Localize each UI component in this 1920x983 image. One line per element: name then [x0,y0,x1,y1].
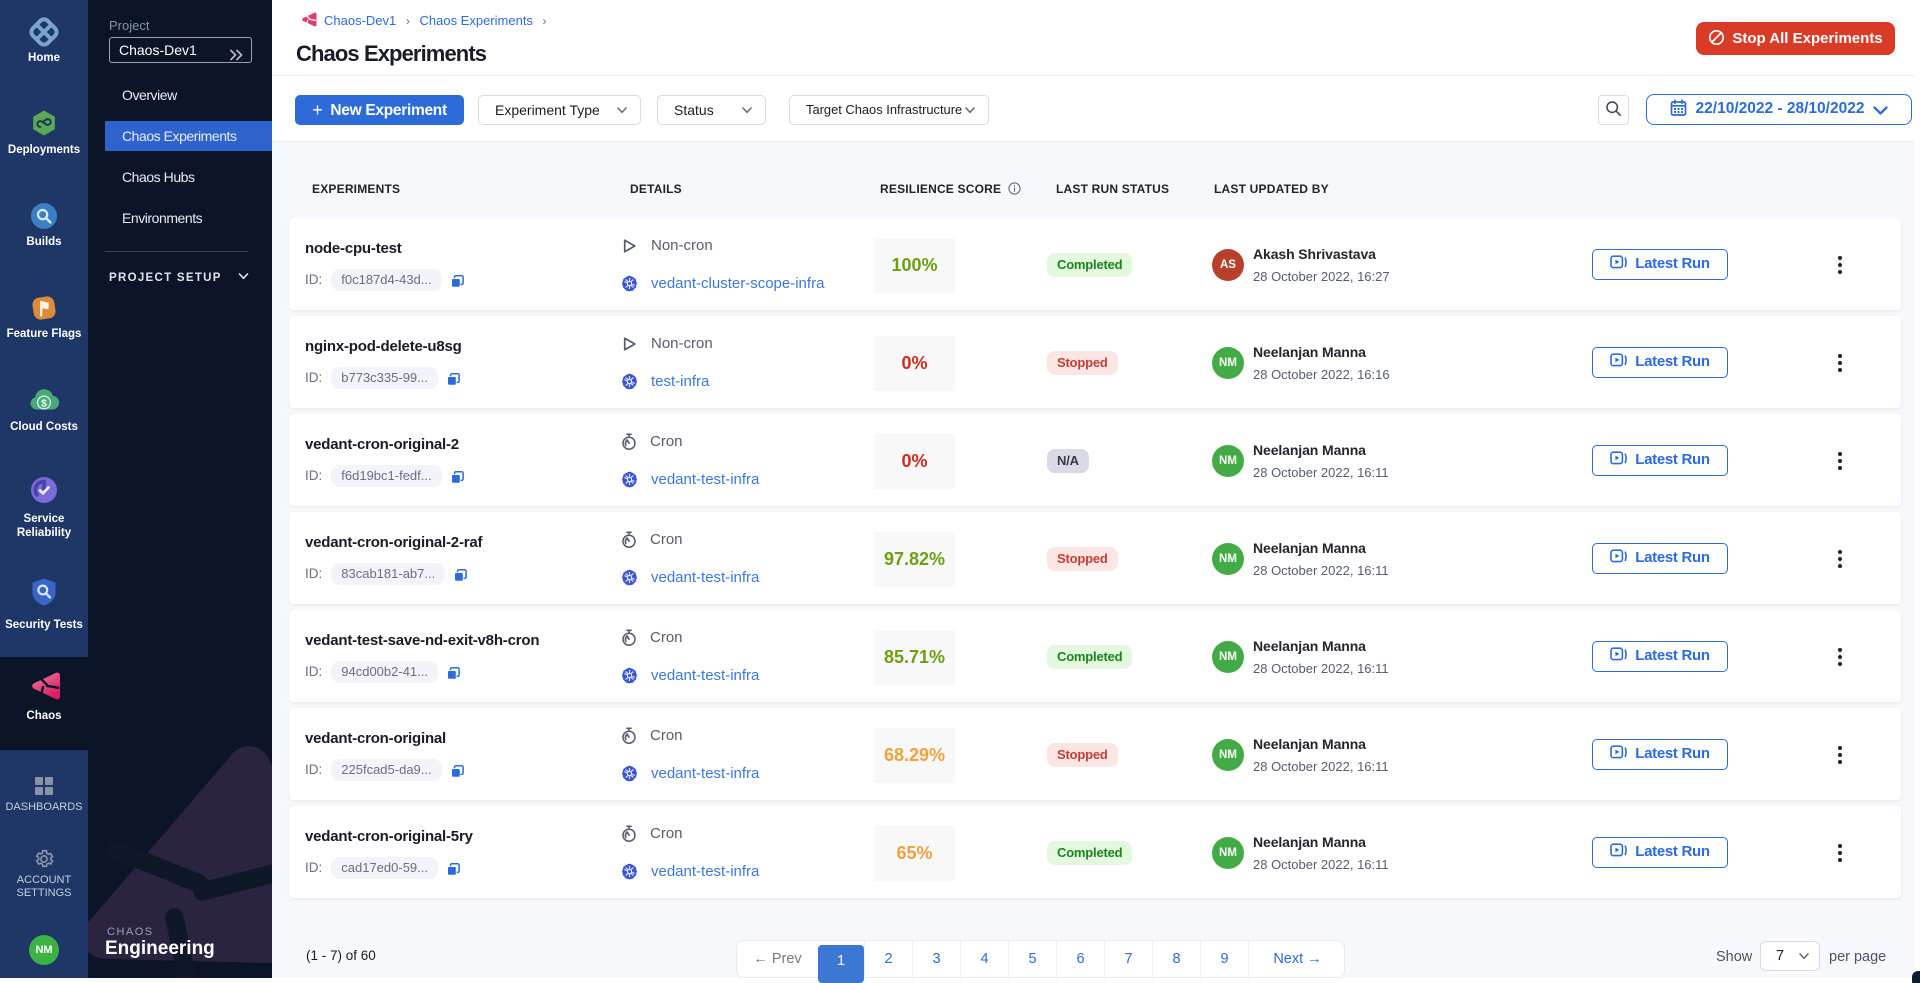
svg-text:$: $ [41,398,47,410]
